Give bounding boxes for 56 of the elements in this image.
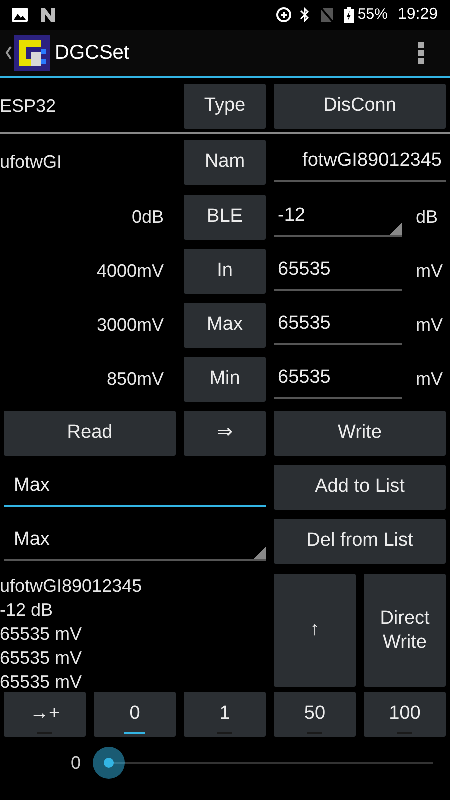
read-button[interactable]: Read [4,410,176,456]
name-button[interactable]: Nam [184,140,266,184]
battery-icon [344,7,354,23]
bluetooth-icon [300,7,310,23]
delete-from-list-button[interactable]: Del from List [274,518,446,564]
setting-reading: 3000mV [96,314,165,336]
slider-reading: 0 [71,752,82,774]
app-logo-icon [14,35,50,71]
setting-button[interactable]: Min [184,356,266,402]
device-label: ESP32 [0,94,58,118]
dropdown-corner-icon [390,223,402,235]
log-line: -12 dB [0,599,54,622]
setting-button[interactable]: In [184,248,266,294]
arrow-button[interactable]: ⇒ [184,410,266,456]
setting-reading: 850mV [106,368,165,390]
setting-dropdown[interactable]: -12 [274,197,402,237]
log-line: 65535 mV [0,647,84,670]
step-button[interactable]: 1 [184,692,266,736]
setting-field[interactable]: 65535 [274,251,402,291]
step-button[interactable]: →+ [4,692,86,736]
picture-notification-icon [12,8,28,22]
battery-percent: 55% [358,4,388,25]
name-reading: ufotwGI [0,150,64,174]
type-button[interactable]: Type [184,84,266,128]
setting-field[interactable]: 65535 [274,359,402,399]
app-notification-icon [40,8,56,22]
add-to-list-button[interactable]: Add to List [274,464,446,510]
step-button[interactable]: 0 [94,692,176,736]
list-dropdown[interactable]: Max [4,521,266,561]
log-line: 65535 mV [0,623,84,646]
clock-time: 19:29 [398,5,438,25]
direct-write-button[interactable]: Direct Write [364,574,446,687]
step-button[interactable]: 100 [364,692,446,736]
app-title: DGCSet [55,41,130,66]
no-sim-icon [320,7,334,23]
setting-button[interactable]: BLE [184,194,266,240]
overflow-menu-icon[interactable] [418,42,424,64]
unit-label: dB [416,206,438,228]
setting-reading: 4000mV [96,260,165,282]
list-name-field[interactable]: Max [4,467,266,507]
log-line: ufotwGI89012345 [0,575,144,598]
up-button[interactable]: ↑ [274,574,356,687]
back-icon[interactable] [5,45,12,61]
setting-field[interactable]: 65535 [274,305,402,345]
setting-button[interactable]: Max [184,302,266,348]
unit-label: mV [416,260,443,282]
setting-reading: 0dB [130,206,165,228]
write-button[interactable]: Write [274,410,446,456]
disconnect-button[interactable]: DisConn [274,84,446,128]
dropdown-corner-icon [254,547,266,559]
step-button[interactable]: 50 [274,692,356,736]
unit-label: mV [416,314,443,336]
log-line: 65535 mV [0,671,84,694]
name-field[interactable]: fotwGI89012345 [274,142,446,182]
data-saver-icon [276,7,292,23]
unit-label: mV [416,368,443,390]
